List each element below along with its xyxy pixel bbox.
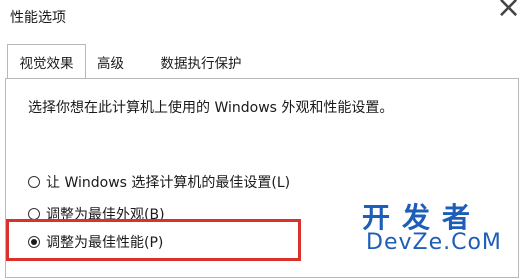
tab-bar: 视觉效果 高级 数据执行保护: [0, 42, 520, 79]
title-bar: 性能选项 ×: [0, 0, 520, 32]
highlight-box: [6, 219, 301, 261]
tab-visual-effects[interactable]: 视觉效果: [7, 44, 86, 78]
tab-advanced[interactable]: 高级: [88, 47, 133, 77]
option-label: 让 Windows 选择计算机的最佳设置(L): [46, 175, 291, 191]
radio-button-icon[interactable]: [28, 176, 40, 188]
watermark-domain: DevZe.CoM: [366, 230, 502, 255]
window-title: 性能选项: [10, 10, 66, 26]
tab-dep[interactable]: 数据执行保护: [148, 47, 254, 77]
option-let-windows-choose[interactable]: 让 Windows 选择计算机的最佳设置(L): [28, 172, 290, 192]
close-icon[interactable]: ×: [496, 0, 520, 23]
panel-description: 选择你想在此计算机上使用的 Windows 外观和性能设置。: [28, 100, 394, 116]
